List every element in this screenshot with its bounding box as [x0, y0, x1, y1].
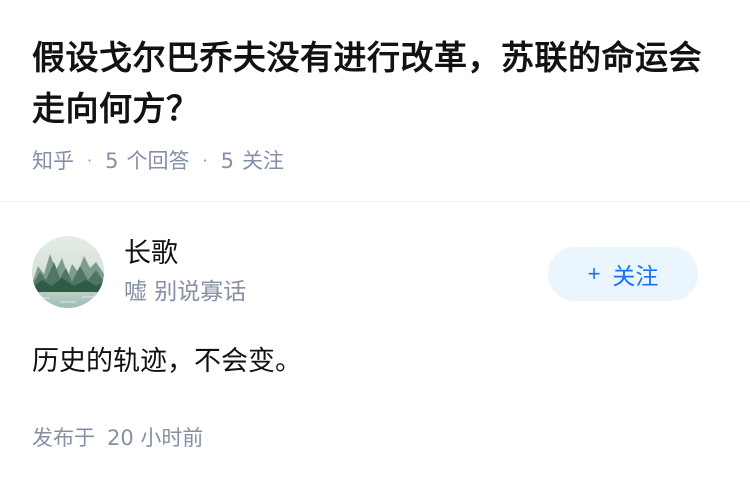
- publish-time-value: 20 小时前: [107, 426, 204, 450]
- separator-dot: ·: [87, 151, 93, 170]
- question-meta: 知乎 · 5 个回答 · 5 关注: [32, 146, 722, 176]
- follow-count: 5: [220, 149, 234, 173]
- landscape-avatar-icon[interactable]: [32, 236, 104, 308]
- question-header: 假设戈尔巴乔夫没有进行改革，苏联的命运会走向何方？ 知乎 · 5 个回答 · 5…: [32, 32, 722, 176]
- follow-button[interactable]: + 关注: [548, 247, 698, 301]
- source-label[interactable]: 知乎: [32, 146, 74, 176]
- answer-count: 5: [105, 149, 119, 173]
- plus-icon: +: [587, 261, 601, 286]
- answer-card: 长歌 嘘 别说寡话 + 关注 历史的轨迹，不会变。: [32, 236, 718, 382]
- answer-count-label[interactable]: 个回答: [126, 146, 189, 176]
- follow-button-label: 关注: [612, 263, 659, 289]
- separator-dot: ·: [202, 151, 208, 170]
- follow-count-label[interactable]: 关注: [242, 146, 284, 176]
- author-bio: 嘘 别说寡话: [124, 279, 247, 305]
- answer-content[interactable]: 历史的轨迹，不会变。: [32, 342, 718, 382]
- publish-time-prefix: 发布于: [32, 426, 95, 450]
- author-info: 长歌 嘘 别说寡话: [124, 237, 548, 307]
- section-divider: [0, 201, 750, 202]
- author-row: 长歌 嘘 别说寡话 + 关注: [32, 236, 718, 308]
- question-title[interactable]: 假设戈尔巴乔夫没有进行改革，苏联的命运会走向何方？: [32, 32, 722, 134]
- author-name[interactable]: 长歌: [124, 237, 548, 271]
- publish-time: 发布于 20 小时前: [32, 423, 203, 453]
